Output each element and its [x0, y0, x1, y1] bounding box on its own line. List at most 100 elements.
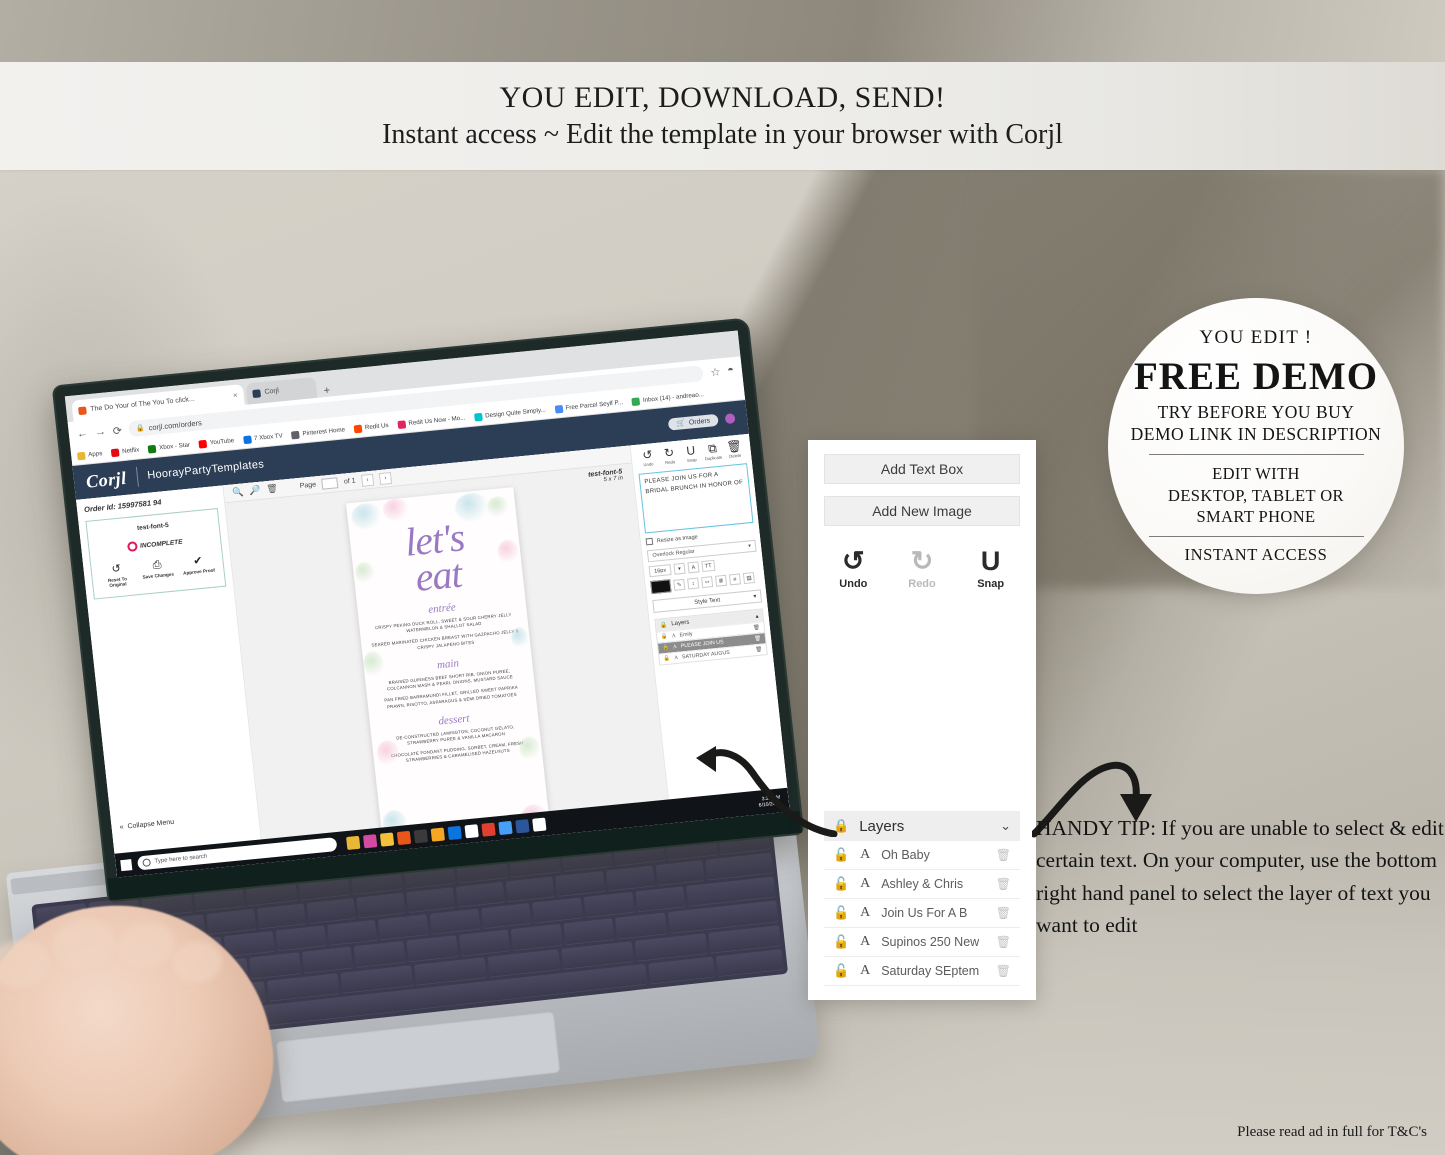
- terms-note: Please read ad in full for T&C's: [1237, 1124, 1427, 1140]
- trash-icon[interactable]: 🗑: [996, 848, 1011, 862]
- text-layer-icon: A: [860, 847, 871, 862]
- browser-tab-second-title: Corjl: [264, 387, 280, 396]
- profile-icon[interactable]: ◓: [727, 364, 735, 377]
- fill-icon[interactable]: ✎: [673, 578, 686, 591]
- line-height-icon[interactable]: ↕: [687, 577, 700, 590]
- unlock-icon[interactable]: 🔓: [833, 963, 849, 979]
- taskbar-app-icon[interactable]: [447, 825, 462, 840]
- align-right-icon[interactable]: ▤: [742, 572, 756, 585]
- align-center-icon[interactable]: ≡: [728, 573, 742, 586]
- reload-icon[interactable]: ⟳: [112, 424, 122, 438]
- close-icon[interactable]: ×: [233, 391, 239, 400]
- bookmark-item[interactable]: Redit Us Now - Mo...: [397, 414, 466, 429]
- layer-row[interactable]: 🔓 A Saturday SEptem 🗑: [824, 957, 1020, 986]
- bookmark-item[interactable]: YouTube: [198, 437, 235, 449]
- unlock-icon[interactable]: 🔓: [833, 876, 849, 892]
- reset-action[interactable]: ↺ Reset To Original: [100, 563, 134, 590]
- trash-icon[interactable]: 🗑: [753, 625, 760, 632]
- magnet-snap-button[interactable]: U Snap: [679, 443, 703, 464]
- add-new-image-button[interactable]: Add New Image: [824, 496, 1020, 526]
- taskbar-app-icon[interactable]: [481, 822, 496, 837]
- text-edit-input[interactable]: PLEASE JOIN US FOR A BRIDAL BRUNCH IN HO…: [638, 463, 754, 534]
- taskbar-app-icon[interactable]: [532, 817, 547, 832]
- font-size-value[interactable]: 16px: [648, 564, 672, 578]
- taskbar-app-icon[interactable]: [464, 823, 479, 838]
- trash-icon[interactable]: 🗑: [996, 906, 1011, 920]
- add-text-box-button[interactable]: Add Text Box: [824, 454, 1020, 484]
- forward-icon[interactable]: →: [94, 426, 106, 439]
- windows-icon[interactable]: [120, 858, 133, 871]
- zoom-out-icon[interactable]: 🔎: [249, 485, 261, 497]
- trash-icon[interactable]: 🗑: [754, 636, 761, 643]
- trash-icon[interactable]: 🗑: [996, 964, 1011, 978]
- unlock-icon[interactable]: 🔓: [833, 847, 849, 863]
- collapse-menu-button[interactable]: « Collapse Menu: [119, 819, 174, 831]
- order-card[interactable]: test-font-5 INCOMPLETE ↺ Reset To Origina…: [85, 508, 227, 600]
- bold-icon[interactable]: A: [687, 561, 700, 574]
- lock-icon[interactable]: 🔓: [662, 645, 669, 652]
- keyboard-key: [505, 876, 556, 903]
- font-family-value: Overlock Regular: [652, 548, 696, 559]
- star-icon[interactable]: ☆: [710, 365, 721, 379]
- bookmark-item[interactable]: Design Quite Simply...: [473, 406, 546, 422]
- bookmark-item[interactable]: Xbox - Star: [147, 441, 191, 454]
- corjl-logo[interactable]: Corjl: [85, 467, 128, 492]
- taskbar-app-icon[interactable]: [413, 828, 429, 843]
- trash-icon[interactable]: 🗑: [755, 647, 762, 654]
- letter-spacing-icon[interactable]: ⇿: [701, 576, 714, 589]
- bookmark-item[interactable]: Inbox (14) - andreao...: [631, 391, 705, 406]
- prev-page-button[interactable]: ‹: [360, 473, 375, 487]
- undo-button[interactable]: ↺ Undo: [636, 447, 660, 468]
- unlock-icon[interactable]: 🔓: [833, 934, 849, 950]
- layers-panel-header[interactable]: 🔒 Layers ⌄: [824, 811, 1020, 841]
- tab-favicon-icon: [77, 405, 87, 415]
- taskbar-app-icon[interactable]: [345, 835, 361, 850]
- align-left-icon[interactable]: ≣: [714, 574, 728, 587]
- taskbar-app-icon[interactable]: [515, 818, 530, 833]
- bookmark-item[interactable]: Pinterest Home: [291, 426, 345, 439]
- snap-button[interactable]: U Snap: [969, 548, 1012, 591]
- text-color-swatch[interactable]: [650, 579, 672, 595]
- orders-button[interactable]: 🛒 Orders: [667, 413, 719, 431]
- trash-button[interactable]: 🗑 Delete: [723, 439, 747, 459]
- layer-row[interactable]: 🔓 A Supinos 250 New 🗑: [824, 928, 1020, 957]
- text-layer-icon: A: [671, 632, 677, 640]
- taskbar-app-icon[interactable]: [396, 830, 412, 845]
- layer-row[interactable]: 🔓 A Oh Baby 🗑: [824, 841, 1020, 870]
- italic-icon[interactable]: TT: [701, 559, 716, 573]
- unlock-icon[interactable]: 🔓: [833, 905, 849, 921]
- taskbar-app-icon[interactable]: [362, 833, 378, 848]
- lock-icon[interactable]: 🔓: [661, 634, 668, 641]
- bookmark-item[interactable]: Apps: [76, 450, 103, 460]
- trash-icon[interactable]: 🗑: [996, 935, 1011, 949]
- taskbar-app-icon[interactable]: [379, 831, 395, 847]
- font-size-stepper[interactable]: ▾: [673, 562, 686, 575]
- bookmark-item[interactable]: 7 Xbox TV: [242, 432, 283, 444]
- back-icon[interactable]: ←: [76, 427, 88, 440]
- redo-button[interactable]: ↻ Redo: [658, 445, 682, 466]
- layer-row[interactable]: 🔓 A Join Us For A B 🗑: [824, 899, 1020, 928]
- redo-button[interactable]: ↻ Redo: [901, 548, 944, 591]
- page-number-input[interactable]: [321, 477, 339, 490]
- keyboard-key: [532, 897, 584, 925]
- bookmark-item[interactable]: Free Parcel Seylf P...: [554, 399, 623, 414]
- bookmark-item[interactable]: Netflix: [110, 446, 140, 457]
- new-tab-icon[interactable]: +: [323, 385, 331, 398]
- template-preview[interactable]: let's eat entrée Crispy Peking Duck Roll,…: [346, 487, 551, 850]
- taskbar-app-icon[interactable]: [430, 827, 445, 842]
- avatar[interactable]: [724, 413, 736, 425]
- keyboard-key: [275, 925, 327, 953]
- lock-icon[interactable]: 🔓: [663, 656, 670, 663]
- layer-row[interactable]: 🔓 A Ashley & Chris 🗑: [824, 870, 1020, 899]
- undo-button[interactable]: ↺ Undo: [832, 548, 875, 591]
- taskbar-app-icon[interactable]: [498, 820, 513, 835]
- bookmark-item[interactable]: Redit Us: [353, 421, 389, 433]
- save-action[interactable]: ⎙ Save Changes: [141, 559, 175, 586]
- zoom-in-icon[interactable]: 🔍: [232, 486, 244, 498]
- next-page-button[interactable]: ›: [378, 471, 393, 485]
- check-action[interactable]: ✔ Approve Proof: [181, 555, 215, 582]
- trash-icon[interactable]: 🗑: [996, 877, 1011, 891]
- duplicate-button[interactable]: ⧉ Duplicate: [701, 441, 725, 461]
- chevron-down-icon[interactable]: ⌄: [1000, 818, 1011, 834]
- trash-icon[interactable]: 🗑: [266, 483, 279, 495]
